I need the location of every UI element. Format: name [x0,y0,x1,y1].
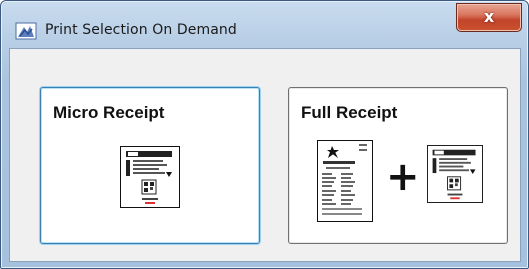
full-receipt-icon [317,140,373,222]
full-receipt-button[interactable]: Full Receipt + [288,87,508,244]
micro-receipt-icon [120,146,180,208]
printer-app-icon [15,22,37,40]
window-title: Print Selection On Demand [45,22,237,38]
title-bar[interactable]: Print Selection On Demand x [1,1,528,47]
plus-icon: + [386,154,420,200]
micro-receipt-icon [427,145,483,203]
close-icon: x [483,7,495,26]
close-button[interactable]: x [456,3,522,32]
micro-receipt-button[interactable]: Micro Receipt [40,87,260,244]
micro-receipt-label: Micro Receipt [53,103,165,122]
full-receipt-label: Full Receipt [301,103,398,122]
dialog-window: Print Selection On Demand x Micro Receip… [0,0,529,269]
dialog-content: Micro Receipt Full Receipt + [9,48,521,262]
